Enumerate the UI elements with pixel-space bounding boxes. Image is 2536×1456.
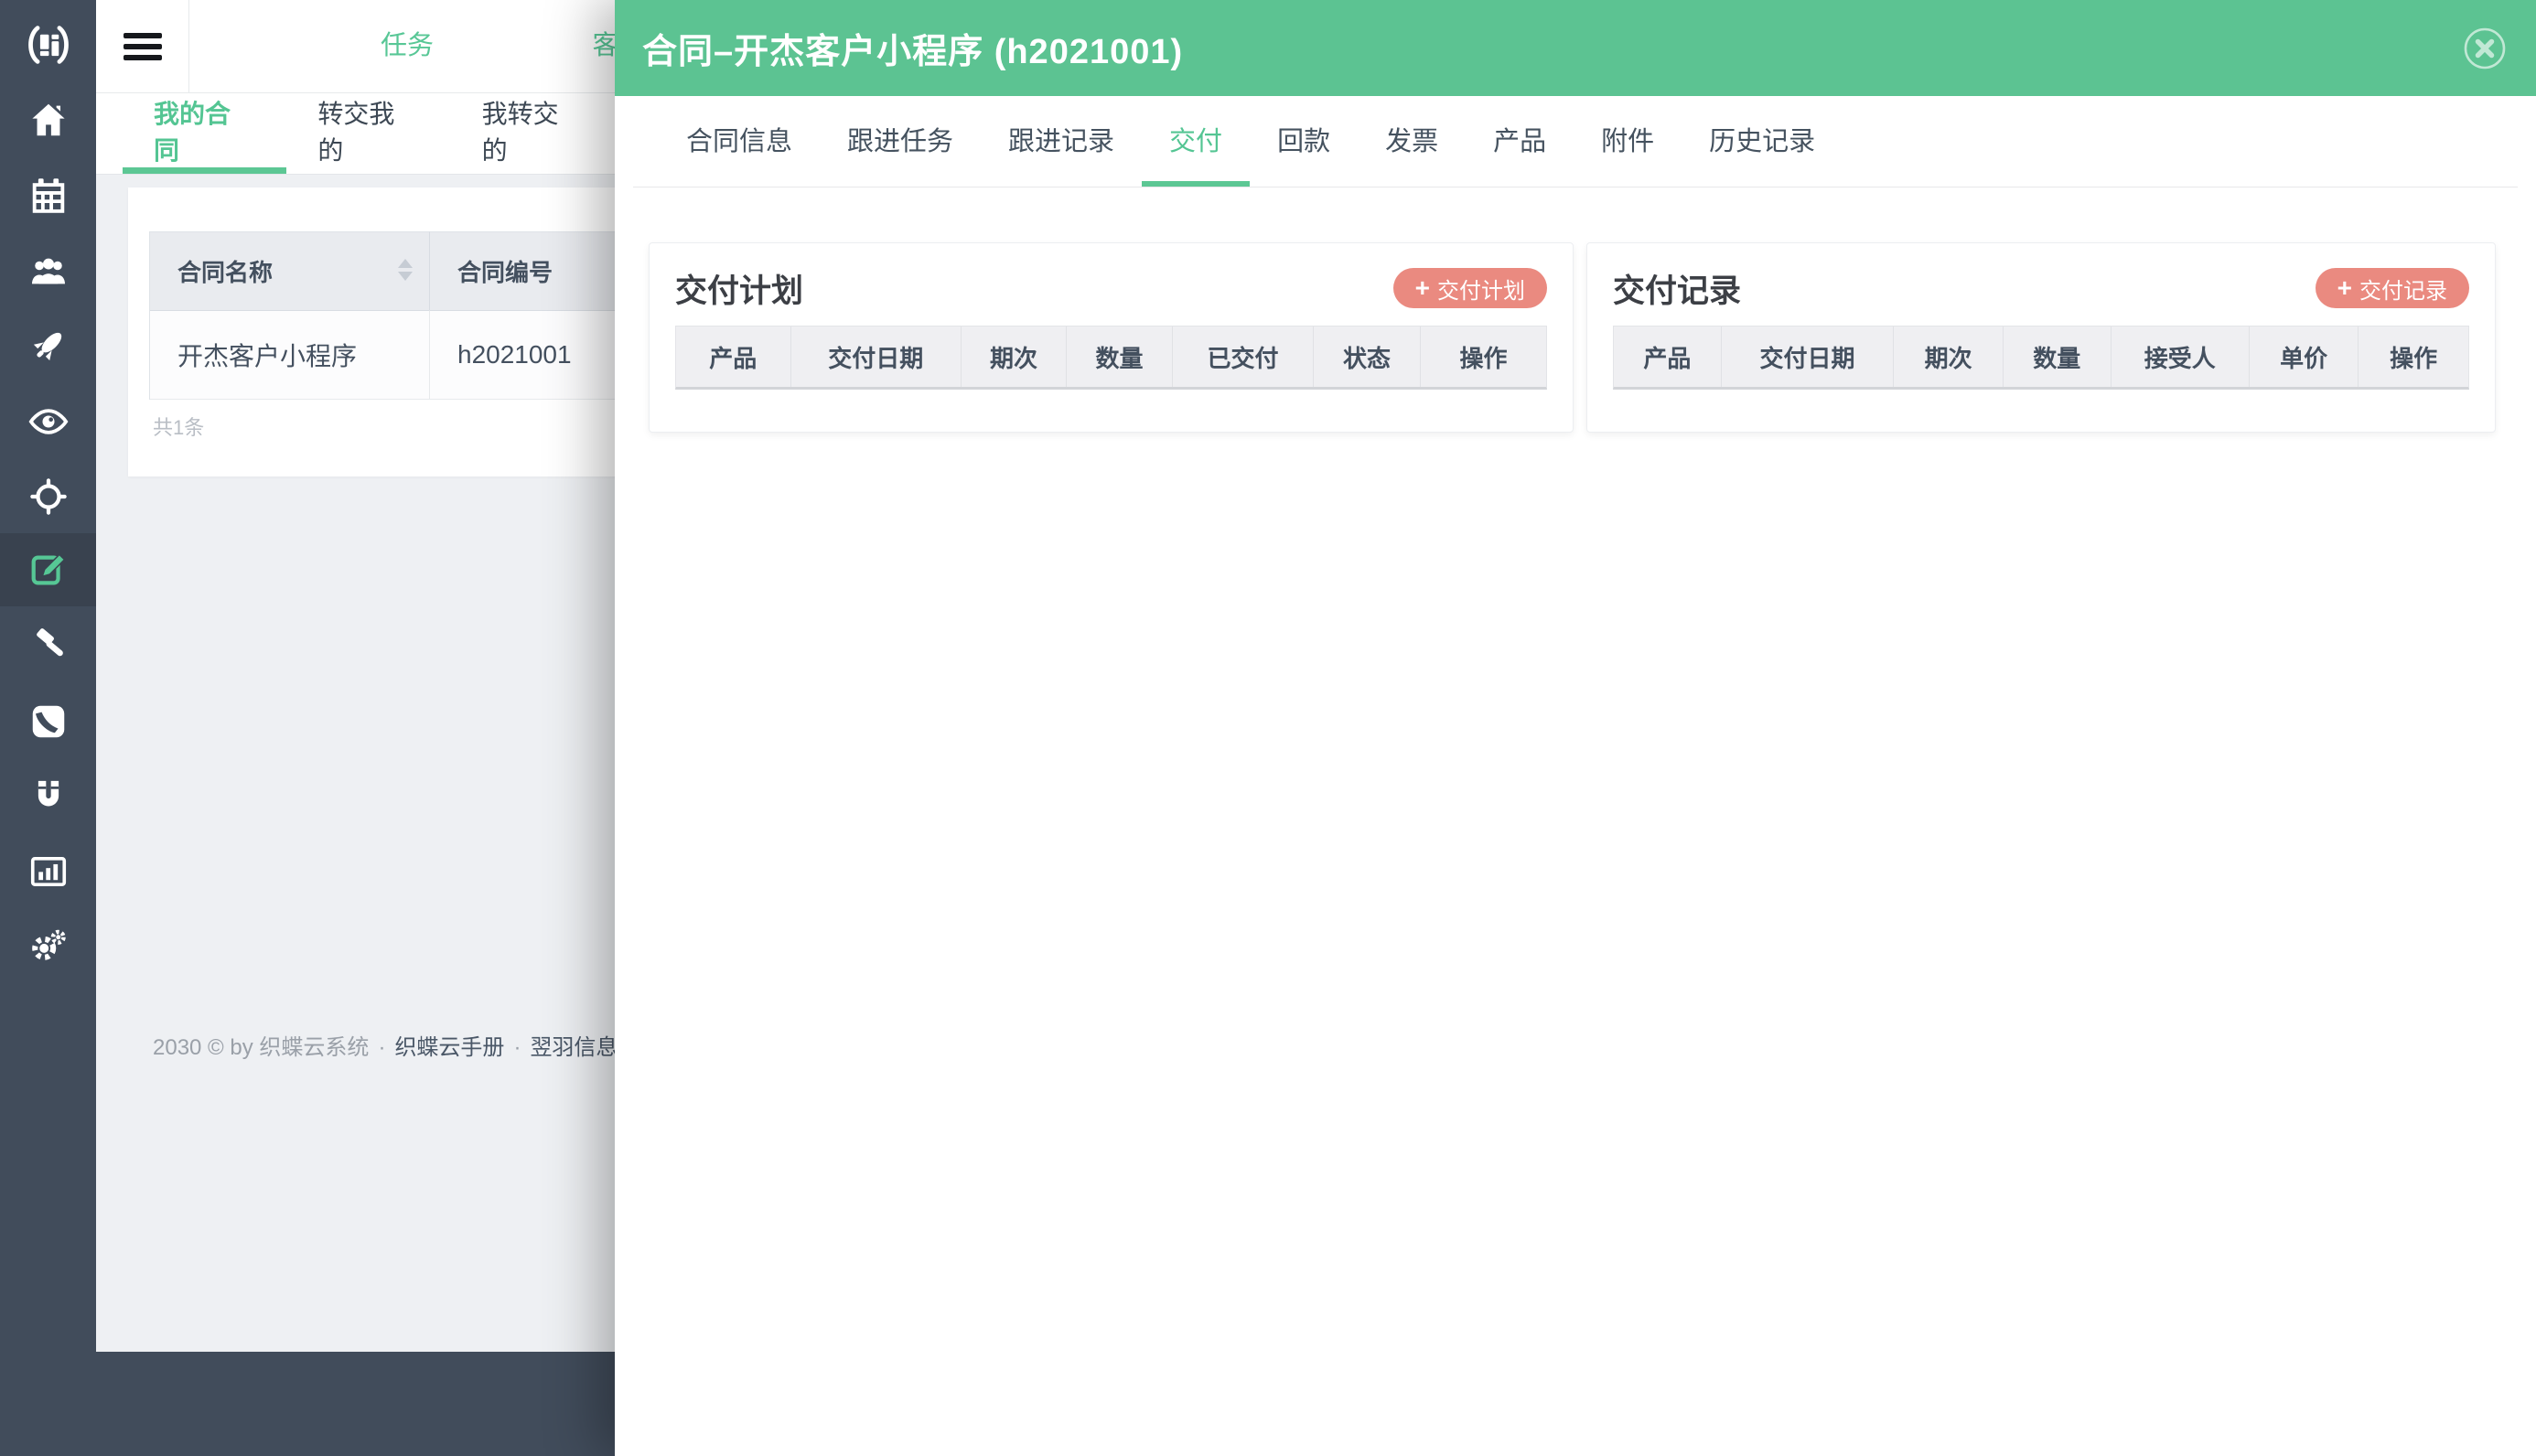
sidebar-item-calendar[interactable]: [0, 159, 96, 232]
column-header-product: 产品: [1614, 327, 1722, 387]
column-header-unit-price: 单价: [2249, 327, 2359, 387]
phone-icon: [32, 705, 64, 738]
rocket-icon: [33, 332, 61, 361]
tab-products[interactable]: 产品: [1466, 96, 1574, 187]
app-header: 任务 客: [96, 0, 619, 93]
gavel-icon: [36, 628, 63, 657]
sidebar-item-home[interactable]: [0, 83, 96, 156]
column-header-receiver: 接受人: [2111, 327, 2250, 387]
sidebar-item-contracts[interactable]: [0, 533, 96, 606]
calendar-icon: [32, 178, 64, 213]
tab-payments[interactable]: 回款: [1250, 96, 1358, 187]
app-logo-icon[interactable]: [0, 13, 96, 77]
manual-link[interactable]: 织蝶云手册: [394, 1035, 504, 1060]
column-header-period: 期次: [961, 327, 1067, 387]
tab-my-contracts[interactable]: 我的合同: [123, 93, 287, 174]
delivery-plan-panel: 交付计划 + 交付计划 产品 交付日期 期次 数量 已交付 状态 操作: [649, 242, 1574, 433]
close-icon[interactable]: [2463, 27, 2507, 70]
sort-carets-icon[interactable]: [398, 258, 413, 284]
menu-toggle-button[interactable]: [96, 0, 189, 92]
modal-tabbar: 合同信息 跟进任务 跟进记录 交付 回款 发票 产品 附件 历史记录: [633, 96, 2518, 187]
sidebar-item-projects[interactable]: [0, 309, 96, 382]
column-header-product: 产品: [676, 327, 791, 387]
content-area: 合同名称 合同编号 开杰客户小程序 h2021001 共1条: [96, 175, 823, 1352]
cell-contract-name[interactable]: 开杰客户小程序: [150, 310, 430, 400]
column-header-quantity: 数量: [2003, 327, 2112, 387]
copyright-text: 2030 © by 织蝶云系统: [153, 1035, 370, 1060]
delivery-plan-table: 产品 交付日期 期次 数量 已交付 状态 操作: [675, 326, 1547, 390]
main-area: 任务 客 我的合同 转交我的 我转交的 合同名称 合同编号 开杰客户小程序 h2…: [96, 0, 823, 1456]
column-header-contract-name[interactable]: 合同名称: [150, 231, 430, 310]
sidebar-item-watch[interactable]: [0, 385, 96, 458]
column-header-status: 状态: [1314, 327, 1422, 387]
team-icon: [31, 258, 65, 284]
tab-follow-tasks[interactable]: 跟进任务: [820, 96, 981, 187]
contracts-tabstrip: 我的合同 转交我的 我转交的: [96, 93, 615, 175]
footer: 2030 © by 织蝶云系统 · 织蝶云手册 · 翌羽信息科: [153, 1035, 640, 1060]
magnet-icon: [38, 780, 59, 807]
settings-gears-icon: [31, 929, 66, 960]
column-header-actions: 操作: [1421, 327, 1546, 387]
delivery-plan-title: 交付计划: [675, 273, 804, 309]
contract-detail-modal: 合同–开杰客户小程序 (h2021001) 合同信息 跟进任务 跟进记录 交付 …: [615, 0, 2536, 1456]
tab-transferred-by-me[interactable]: 我转交的: [451, 93, 615, 174]
column-header-delivery-date: 交付日期: [790, 327, 962, 387]
add-delivery-record-button[interactable]: + 交付记录: [2315, 268, 2469, 308]
delivery-record-title: 交付记录: [1613, 273, 1742, 309]
column-header-delivery-date: 交付日期: [1721, 327, 1895, 387]
sidebar-item-reports[interactable]: [0, 835, 96, 908]
sidebar-item-targets[interactable]: [0, 460, 96, 533]
tab-invoices[interactable]: 发票: [1358, 96, 1466, 187]
sidebar: [0, 0, 96, 1456]
target-icon: [29, 478, 67, 515]
plus-icon: +: [2337, 273, 2352, 302]
tab-contract-info[interactable]: 合同信息: [659, 96, 820, 187]
tab-attachments[interactable]: 附件: [1574, 96, 1682, 187]
tab-transferred-to-me[interactable]: 转交我的: [286, 93, 450, 174]
delivery-panels: 交付计划 + 交付计划 产品 交付日期 期次 数量 已交付 状态 操作 交付记录: [649, 242, 2502, 433]
top-nav-tasks[interactable]: 任务: [371, 0, 444, 92]
sidebar-item-settings[interactable]: [0, 909, 96, 982]
tab-follow-records[interactable]: 跟进记录: [981, 96, 1142, 187]
column-header-delivered: 已交付: [1173, 327, 1315, 387]
modal-title: 合同–开杰客户小程序 (h2021001): [642, 33, 1184, 71]
plus-icon: +: [1414, 273, 1430, 302]
column-header-quantity: 数量: [1066, 327, 1173, 387]
hamburger-icon: [123, 32, 162, 60]
sidebar-item-leads[interactable]: [0, 759, 96, 832]
home-icon: [31, 103, 65, 136]
modal-header: 合同–开杰客户小程序 (h2021001): [615, 0, 2536, 96]
report-chart-icon: [30, 856, 66, 887]
column-header-period: 期次: [1894, 327, 2004, 387]
row-count-label: 共1条: [153, 416, 205, 439]
column-header-actions: 操作: [2359, 327, 2468, 387]
sidebar-item-customers[interactable]: [0, 235, 96, 308]
eye-icon: [28, 409, 68, 434]
tab-delivery[interactable]: 交付: [1142, 96, 1251, 187]
sidebar-item-bidding[interactable]: [0, 610, 96, 683]
delivery-record-panel: 交付记录 + 交付记录 产品 交付日期 期次 数量 接受人 单价 操作: [1586, 242, 2496, 433]
edit-icon: [31, 553, 66, 585]
tab-history[interactable]: 历史记录: [1682, 96, 1843, 187]
add-delivery-plan-button[interactable]: + 交付计划: [1392, 268, 1547, 308]
delivery-record-table: 产品 交付日期 期次 数量 接受人 单价 操作: [1613, 326, 2469, 390]
sidebar-item-calls[interactable]: [0, 685, 96, 758]
